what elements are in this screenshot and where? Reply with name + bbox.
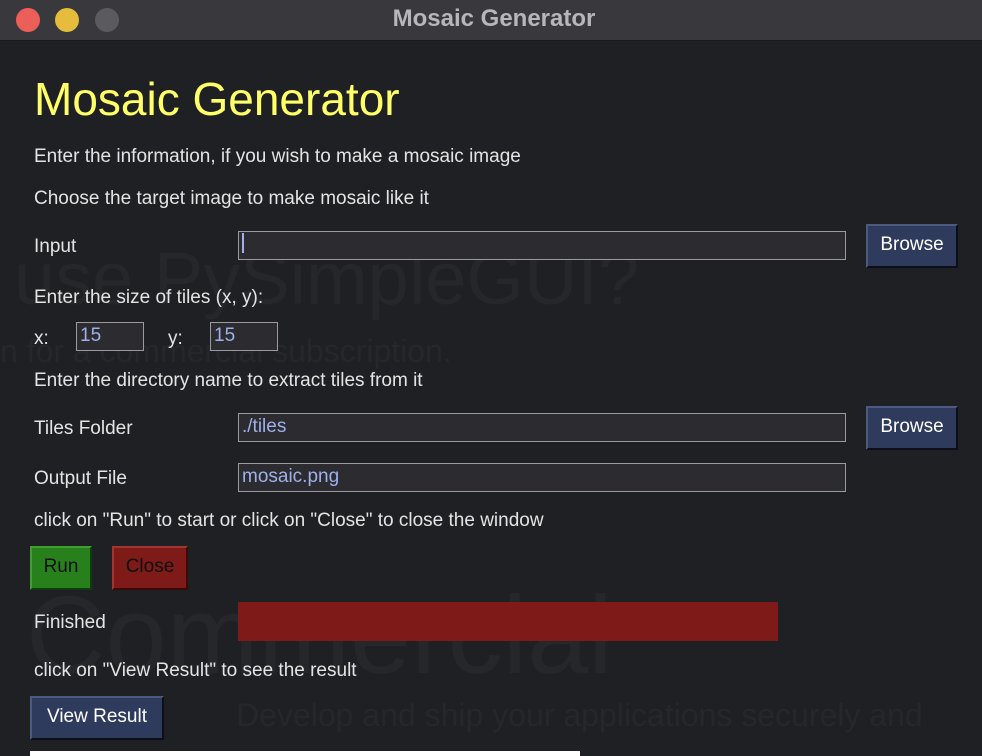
tiles-folder-browse-button[interactable]: Browse <box>866 406 958 450</box>
run-button[interactable]: Run <box>30 546 92 590</box>
page-heading: Mosaic Generator <box>34 73 400 125</box>
bottom-edge-element <box>30 751 580 756</box>
directory-instruction-text: Enter the directory name to extract tile… <box>34 370 423 391</box>
output-file-input[interactable]: mosaic.png <box>238 463 846 492</box>
progress-bar <box>238 602 778 641</box>
y-label: y: <box>168 328 183 349</box>
input-field[interactable] <box>238 231 846 260</box>
close-button[interactable]: Close <box>112 546 188 590</box>
progress-bar-fill <box>238 602 778 641</box>
input-browse-button[interactable]: Browse <box>866 224 958 268</box>
view-result-button[interactable]: View Result <box>30 696 164 740</box>
choose-target-text: Choose the target image to make mosaic l… <box>34 188 429 209</box>
text-cursor <box>242 233 244 254</box>
finished-label: Finished <box>34 612 106 633</box>
window-title: Mosaic Generator <box>392 5 596 32</box>
app-window: Mosaic Generator use PySimpleGUI? n for … <box>0 0 982 756</box>
x-label: x: <box>34 328 49 349</box>
tile-y-input[interactable]: 15 <box>210 322 278 351</box>
output-file-label: Output File <box>34 468 127 489</box>
tiles-folder-input[interactable]: ./tiles <box>238 413 846 442</box>
input-label: Input <box>34 236 77 257</box>
tile-size-label: Enter the size of tiles (x, y): <box>34 287 264 308</box>
view-instruction-text: click on "View Result" to see the result <box>34 660 357 681</box>
title-bar: Mosaic Generator <box>0 0 982 41</box>
intro-text: Enter the information, if you wish to ma… <box>34 146 521 167</box>
run-instruction-text: click on "Run" to start or click on "Clo… <box>34 510 544 531</box>
tiles-folder-label: Tiles Folder <box>34 418 133 439</box>
tile-x-input[interactable]: 15 <box>76 322 144 351</box>
background-watermark-text: Develop and ship your applications secur… <box>236 697 923 733</box>
